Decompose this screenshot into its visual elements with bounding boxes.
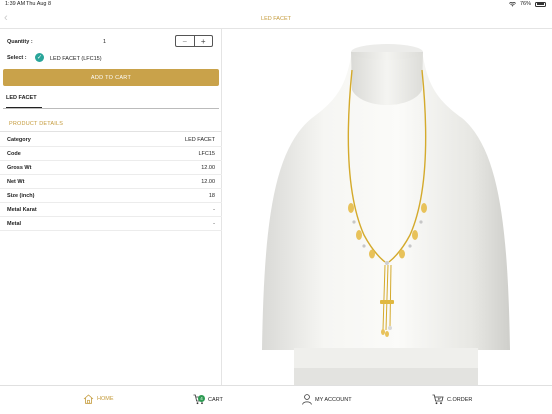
tab-home[interactable]: HOME [83,394,114,404]
tab-my-account[interactable]: MY ACCOUNT [302,394,352,405]
status-time: 1:39 AM [5,1,26,7]
detail-row-code: Code LFC15 [0,147,222,161]
quantity-value: 1 [103,39,107,45]
status-bar: 1:39 AM Thu Aug 8 76% [0,0,552,9]
status-date: Thu Aug 8 [26,1,52,7]
cart-count-badge: 4 [198,395,205,402]
detail-row-metal-karat: Metal Karat - [0,203,222,217]
detail-key: Net Wt [7,179,25,185]
necklace-on-bust-image [252,30,520,385]
product-image[interactable] [252,30,520,385]
status-right: 76% [508,1,546,7]
page-title: LED FACET [261,16,291,22]
select-label: Select : [7,55,27,61]
quantity-stepper: − + [175,35,213,47]
detail-value: 18 [208,193,215,199]
bottom-tab-bar: HOME CART 4 MY ACCOUNT C.ORDER [0,385,552,414]
tab-home-label: HOME [97,396,114,402]
detail-key: Category [7,137,31,143]
checkmark-icon[interactable]: ✓ [35,53,44,62]
home-icon [83,394,94,404]
detail-key: Code [7,151,21,157]
nav-bar: ‹ LED FACET [0,9,552,29]
detail-value: - [213,221,215,227]
product-options-panel: Quantity : 1 − + Select : ✓ LED FACET (L… [0,29,222,385]
detail-value: 12.00 [201,165,215,171]
divider [3,108,219,109]
detail-value: LFC15 [198,151,215,157]
battery-percent: 76% [519,1,531,7]
detail-row-category: Category LED FACET [0,133,222,147]
user-icon [302,394,312,405]
detail-row-net-wt: Net Wt 12.00 [0,175,222,189]
decrement-button[interactable]: − [176,36,195,46]
detail-row-size: Size (inch) 18 [0,189,222,203]
detail-key: Gross Wt [7,165,32,171]
detail-key: Size (inch) [7,193,35,199]
divider [0,131,222,132]
increment-button[interactable]: + [195,36,213,46]
tab-cart-label: CART [208,396,223,403]
tab-led-facet[interactable]: LED FACET [6,95,37,101]
detail-value: 12.00 [201,179,215,185]
detail-row-metal: Metal - [0,217,222,231]
detail-key: Metal [7,221,22,227]
wifi-icon [508,1,516,7]
battery-icon [535,1,546,7]
order-cart-icon [432,394,444,405]
detail-value: - [213,207,215,213]
selected-variant[interactable]: LED FACET (LFC15) [50,56,102,62]
detail-row-gross-wt: Gross Wt 12.00 [0,161,222,175]
tab-orders[interactable]: C.ORDER [432,394,472,405]
detail-key: Metal Karat [7,207,37,213]
tab-account-label: MY ACCOUNT [315,396,352,403]
tab-orders-label: C.ORDER [447,396,473,403]
detail-value: LED FACET [185,137,215,143]
quantity-label: Quantity : [7,39,33,45]
add-to-cart-button[interactable]: ADD TO CART [3,69,219,86]
product-details-heading: PRODUCT DETAILS [9,121,64,127]
